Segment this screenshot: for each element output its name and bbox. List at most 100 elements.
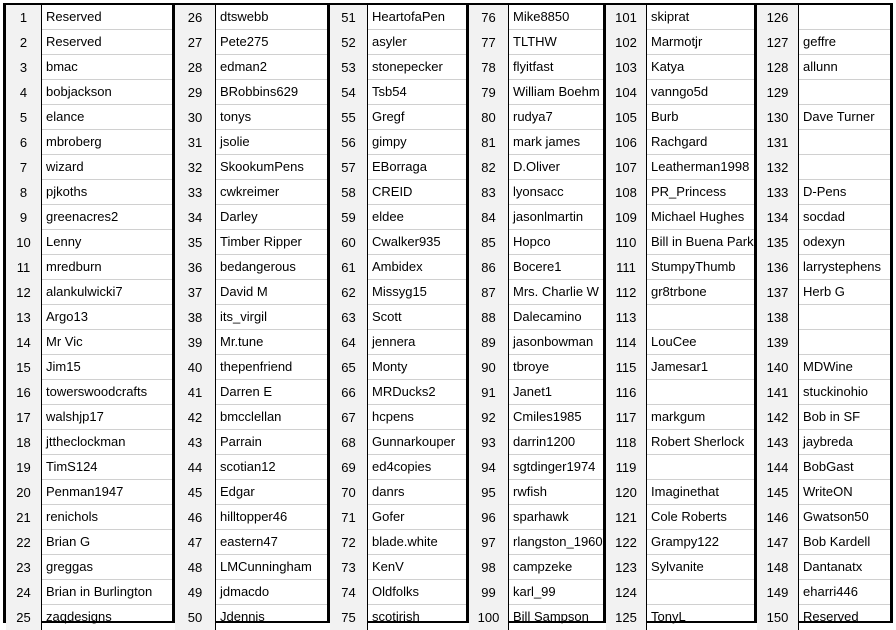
- slot-number-cell[interactable]: 94: [469, 455, 509, 480]
- slot-number-cell[interactable]: 69: [330, 455, 368, 480]
- participant-name-cell[interactable]: LouCee: [647, 330, 754, 355]
- participant-name-cell[interactable]: Sylvanite: [647, 555, 754, 580]
- slot-number-cell[interactable]: 106: [606, 130, 647, 155]
- slot-number-cell[interactable]: 25: [6, 605, 42, 630]
- slot-number-cell[interactable]: 52: [330, 30, 368, 55]
- participant-name-cell[interactable]: D.Oliver: [509, 155, 603, 180]
- slot-number-cell[interactable]: 33: [175, 180, 216, 205]
- participant-name-cell[interactable]: Rachgard: [647, 130, 754, 155]
- participant-name-cell[interactable]: campzeke: [509, 555, 603, 580]
- participant-name-cell[interactable]: renichols: [42, 505, 172, 530]
- slot-number-cell[interactable]: 112: [606, 280, 647, 305]
- participant-name-cell[interactable]: Katya: [647, 55, 754, 80]
- slot-number-cell[interactable]: 128: [757, 55, 799, 80]
- slot-number-cell[interactable]: 9: [6, 205, 42, 230]
- slot-number-cell[interactable]: 5: [6, 105, 42, 130]
- slot-number-cell[interactable]: 35: [175, 230, 216, 255]
- participant-name-cell[interactable]: Pete275: [216, 30, 327, 55]
- slot-number-cell[interactable]: 146: [757, 505, 799, 530]
- slot-number-cell[interactable]: 79: [469, 80, 509, 105]
- slot-number-cell[interactable]: 67: [330, 405, 368, 430]
- slot-number-cell[interactable]: 131: [757, 130, 799, 155]
- participant-name-cell[interactable]: hilltopper46: [216, 505, 327, 530]
- participant-name-cell[interactable]: [799, 305, 890, 330]
- participant-name-cell[interactable]: walshjp17: [42, 405, 172, 430]
- slot-number-cell[interactable]: 76: [469, 5, 509, 30]
- slot-number-cell[interactable]: 4: [6, 80, 42, 105]
- participant-name-cell[interactable]: Hopco: [509, 230, 603, 255]
- participant-name-cell[interactable]: blade.white: [368, 530, 466, 555]
- slot-number-cell[interactable]: 10: [6, 230, 42, 255]
- participant-name-cell[interactable]: Gunnarkouper: [368, 430, 466, 455]
- participant-name-cell[interactable]: Brian in Burlington: [42, 580, 172, 605]
- slot-number-cell[interactable]: 119: [606, 455, 647, 480]
- participant-name-cell[interactable]: jaybreda: [799, 430, 890, 455]
- participant-name-cell[interactable]: elance: [42, 105, 172, 130]
- participant-name-cell[interactable]: Reserved: [799, 605, 890, 630]
- slot-number-cell[interactable]: 29: [175, 80, 216, 105]
- slot-number-cell[interactable]: 64: [330, 330, 368, 355]
- slot-number-cell[interactable]: 123: [606, 555, 647, 580]
- slot-number-cell[interactable]: 63: [330, 305, 368, 330]
- participant-name-cell[interactable]: Jdennis: [216, 605, 327, 630]
- participant-name-cell[interactable]: David M: [216, 280, 327, 305]
- slot-number-cell[interactable]: 58: [330, 180, 368, 205]
- participant-name-cell[interactable]: larrystephens: [799, 255, 890, 280]
- participant-name-cell[interactable]: Gregf: [368, 105, 466, 130]
- participant-name-cell[interactable]: Missyg15: [368, 280, 466, 305]
- participant-name-cell[interactable]: greggas: [42, 555, 172, 580]
- slot-number-cell[interactable]: 148: [757, 555, 799, 580]
- participant-name-cell[interactable]: [799, 130, 890, 155]
- slot-number-cell[interactable]: 144: [757, 455, 799, 480]
- participant-name-cell[interactable]: towerswoodcrafts: [42, 380, 172, 405]
- slot-number-cell[interactable]: 20: [6, 480, 42, 505]
- participant-name-cell[interactable]: stonepecker: [368, 55, 466, 80]
- slot-number-cell[interactable]: 109: [606, 205, 647, 230]
- slot-number-cell[interactable]: 133: [757, 180, 799, 205]
- participant-name-cell[interactable]: KenV: [368, 555, 466, 580]
- participant-name-cell[interactable]: asyler: [368, 30, 466, 55]
- participant-name-cell[interactable]: stuckinohio: [799, 380, 890, 405]
- participant-name-cell[interactable]: skiprat: [647, 5, 754, 30]
- participant-name-cell[interactable]: Mr.tune: [216, 330, 327, 355]
- slot-number-cell[interactable]: 132: [757, 155, 799, 180]
- participant-name-cell[interactable]: odexyn: [799, 230, 890, 255]
- slot-number-cell[interactable]: 111: [606, 255, 647, 280]
- slot-number-cell[interactable]: 89: [469, 330, 509, 355]
- slot-number-cell[interactable]: 70: [330, 480, 368, 505]
- participant-name-cell[interactable]: Mike8850: [509, 5, 603, 30]
- participant-name-cell[interactable]: edman2: [216, 55, 327, 80]
- slot-number-cell[interactable]: 88: [469, 305, 509, 330]
- slot-number-cell[interactable]: 60: [330, 230, 368, 255]
- slot-number-cell[interactable]: 85: [469, 230, 509, 255]
- slot-number-cell[interactable]: 2: [6, 30, 42, 55]
- participant-name-cell[interactable]: Gwatson50: [799, 505, 890, 530]
- slot-number-cell[interactable]: 47: [175, 530, 216, 555]
- slot-number-cell[interactable]: 48: [175, 555, 216, 580]
- slot-number-cell[interactable]: 74: [330, 580, 368, 605]
- participant-name-cell[interactable]: [799, 80, 890, 105]
- participant-name-cell[interactable]: eharri446: [799, 580, 890, 605]
- participant-name-cell[interactable]: Dave Turner: [799, 105, 890, 130]
- slot-number-cell[interactable]: 84: [469, 205, 509, 230]
- participant-name-cell[interactable]: Dalecamino: [509, 305, 603, 330]
- slot-number-cell[interactable]: 97: [469, 530, 509, 555]
- participant-name-cell[interactable]: [799, 5, 890, 30]
- slot-number-cell[interactable]: 90: [469, 355, 509, 380]
- participant-name-cell[interactable]: Edgar: [216, 480, 327, 505]
- participant-name-cell[interactable]: hcpens: [368, 405, 466, 430]
- slot-number-cell[interactable]: 92: [469, 405, 509, 430]
- participant-name-cell[interactable]: Darley: [216, 205, 327, 230]
- slot-number-cell[interactable]: 138: [757, 305, 799, 330]
- participant-name-cell[interactable]: eastern47: [216, 530, 327, 555]
- slot-number-cell[interactable]: 136: [757, 255, 799, 280]
- slot-number-cell[interactable]: 124: [606, 580, 647, 605]
- participant-name-cell[interactable]: sgtdinger1974: [509, 455, 603, 480]
- slot-number-cell[interactable]: 104: [606, 80, 647, 105]
- slot-number-cell[interactable]: 150: [757, 605, 799, 630]
- participant-name-cell[interactable]: StumpyThumb: [647, 255, 754, 280]
- slot-number-cell[interactable]: 17: [6, 405, 42, 430]
- slot-number-cell[interactable]: 103: [606, 55, 647, 80]
- slot-number-cell[interactable]: 129: [757, 80, 799, 105]
- slot-number-cell[interactable]: 99: [469, 580, 509, 605]
